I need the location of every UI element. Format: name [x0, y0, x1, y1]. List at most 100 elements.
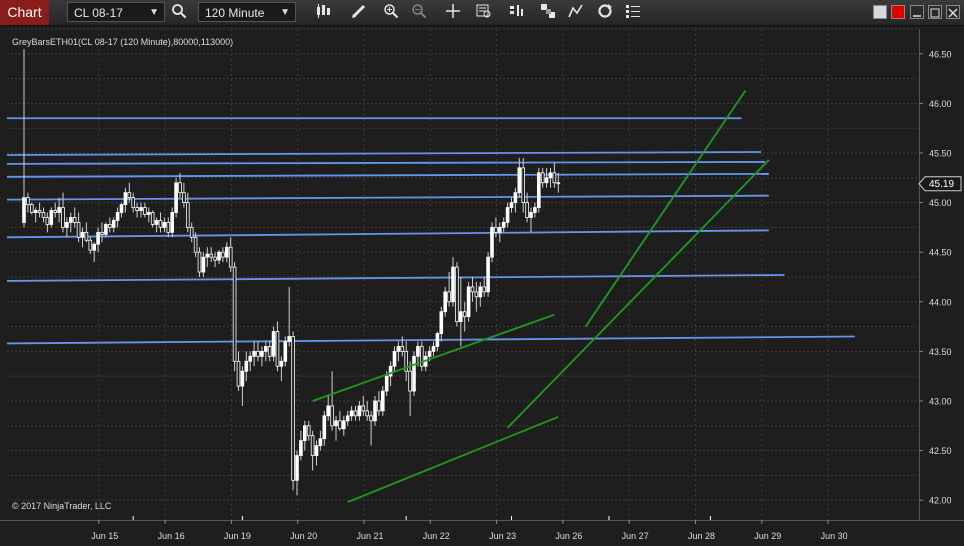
- candle-body: [135, 207, 139, 211]
- candle-body: [108, 224, 112, 228]
- candle-body: [353, 410, 358, 417]
- candle-body: [76, 222, 81, 238]
- horizontal-lines: [6, 117, 855, 345]
- support-resistance-line: [6, 229, 769, 239]
- candle-body: [287, 336, 291, 342]
- candle-body: [443, 291, 447, 313]
- candle-body: [462, 311, 467, 318]
- candle-body: [92, 243, 97, 251]
- support-resistance-line: [6, 194, 769, 201]
- candle-body: [540, 172, 545, 184]
- candle-body: [380, 390, 385, 412]
- candle-body: [263, 346, 268, 352]
- candle-body: [412, 355, 416, 392]
- candle-body: [431, 346, 436, 352]
- candle-body: [178, 182, 182, 194]
- candle-body: [517, 167, 522, 194]
- candle-body: [533, 207, 537, 213]
- candle-body: [111, 220, 116, 228]
- candle-body: [291, 336, 295, 481]
- candle-body: [189, 226, 194, 238]
- candle-body: [505, 207, 510, 223]
- candle-body: [33, 210, 38, 213]
- candle-body: [392, 350, 397, 367]
- candle-body: [384, 375, 389, 392]
- candle-body: [174, 182, 178, 213]
- candle-body: [556, 182, 561, 185]
- candle-body: [318, 438, 323, 447]
- candle-body: [29, 204, 34, 213]
- candle-body: [228, 246, 233, 268]
- candle-body: [330, 405, 334, 427]
- candle-body: [209, 253, 214, 258]
- candle-body: [416, 346, 420, 357]
- candle-body: [166, 222, 171, 233]
- candle-body: [279, 360, 284, 367]
- trendline: [506, 159, 770, 429]
- candle-body: [127, 192, 132, 199]
- trendline: [347, 416, 559, 503]
- candle-body: [123, 192, 128, 205]
- candle-body: [451, 266, 455, 303]
- candle-body: [205, 253, 210, 258]
- candle-body: [182, 192, 186, 203]
- time-axis[interactable]: [0, 520, 964, 546]
- candle-body: [334, 420, 338, 427]
- trendline: [312, 313, 555, 402]
- candle-body: [41, 212, 46, 218]
- candle-body: [361, 405, 366, 412]
- candle-body: [482, 286, 486, 293]
- candle-body: [217, 251, 221, 261]
- candle-body: [57, 207, 61, 213]
- price-chart[interactable]: [0, 0, 964, 545]
- candle-body: [365, 410, 369, 417]
- candle-body: [322, 415, 327, 440]
- candle-body: [408, 370, 412, 392]
- candle-body: [260, 350, 264, 357]
- candle-body: [299, 440, 303, 456]
- candle-body: [150, 212, 155, 225]
- candle-body: [474, 291, 479, 298]
- candle-body: [100, 231, 104, 235]
- candle-body: [501, 222, 506, 228]
- candle-body: [349, 410, 354, 417]
- candle-body: [224, 246, 229, 258]
- candle-body: [494, 226, 498, 233]
- candle-body: [537, 172, 541, 208]
- candle-body: [357, 405, 362, 417]
- candle-body: [302, 425, 307, 442]
- candle-body: [236, 360, 241, 387]
- candle-body: [486, 256, 490, 293]
- candle-body: [466, 286, 471, 318]
- candle-body: [248, 355, 253, 362]
- candle-body: [256, 350, 260, 357]
- candle-body: [213, 256, 217, 261]
- support-resistance-line: [6, 172, 769, 178]
- copyright-text: © 2017 NinjaTrader, LLC: [12, 501, 112, 511]
- candle-body: [143, 207, 147, 215]
- candle-body: [548, 172, 553, 179]
- candle-body: [88, 239, 93, 251]
- candle-body: [439, 311, 444, 334]
- candle-body: [345, 415, 350, 422]
- candle-body: [396, 346, 401, 352]
- candle-body: [326, 405, 330, 417]
- candle-body: [306, 425, 311, 437]
- candle-body: [80, 231, 85, 238]
- support-resistance-line: [6, 335, 855, 345]
- candle-body: [369, 415, 373, 422]
- price-axis[interactable]: [919, 29, 964, 520]
- candle-body: [170, 212, 175, 233]
- candle-body: [529, 212, 533, 218]
- candle-body: [240, 370, 245, 387]
- candle-body: [154, 220, 159, 225]
- support-resistance-line: [6, 161, 766, 165]
- candle-body: [455, 266, 459, 323]
- candle-body: [435, 333, 440, 347]
- candle-body: [131, 197, 136, 208]
- candle-body: [22, 197, 26, 223]
- candle-body: [341, 420, 346, 430]
- candle-body: [283, 341, 288, 362]
- candle-body: [373, 400, 377, 422]
- candle-body: [37, 210, 42, 213]
